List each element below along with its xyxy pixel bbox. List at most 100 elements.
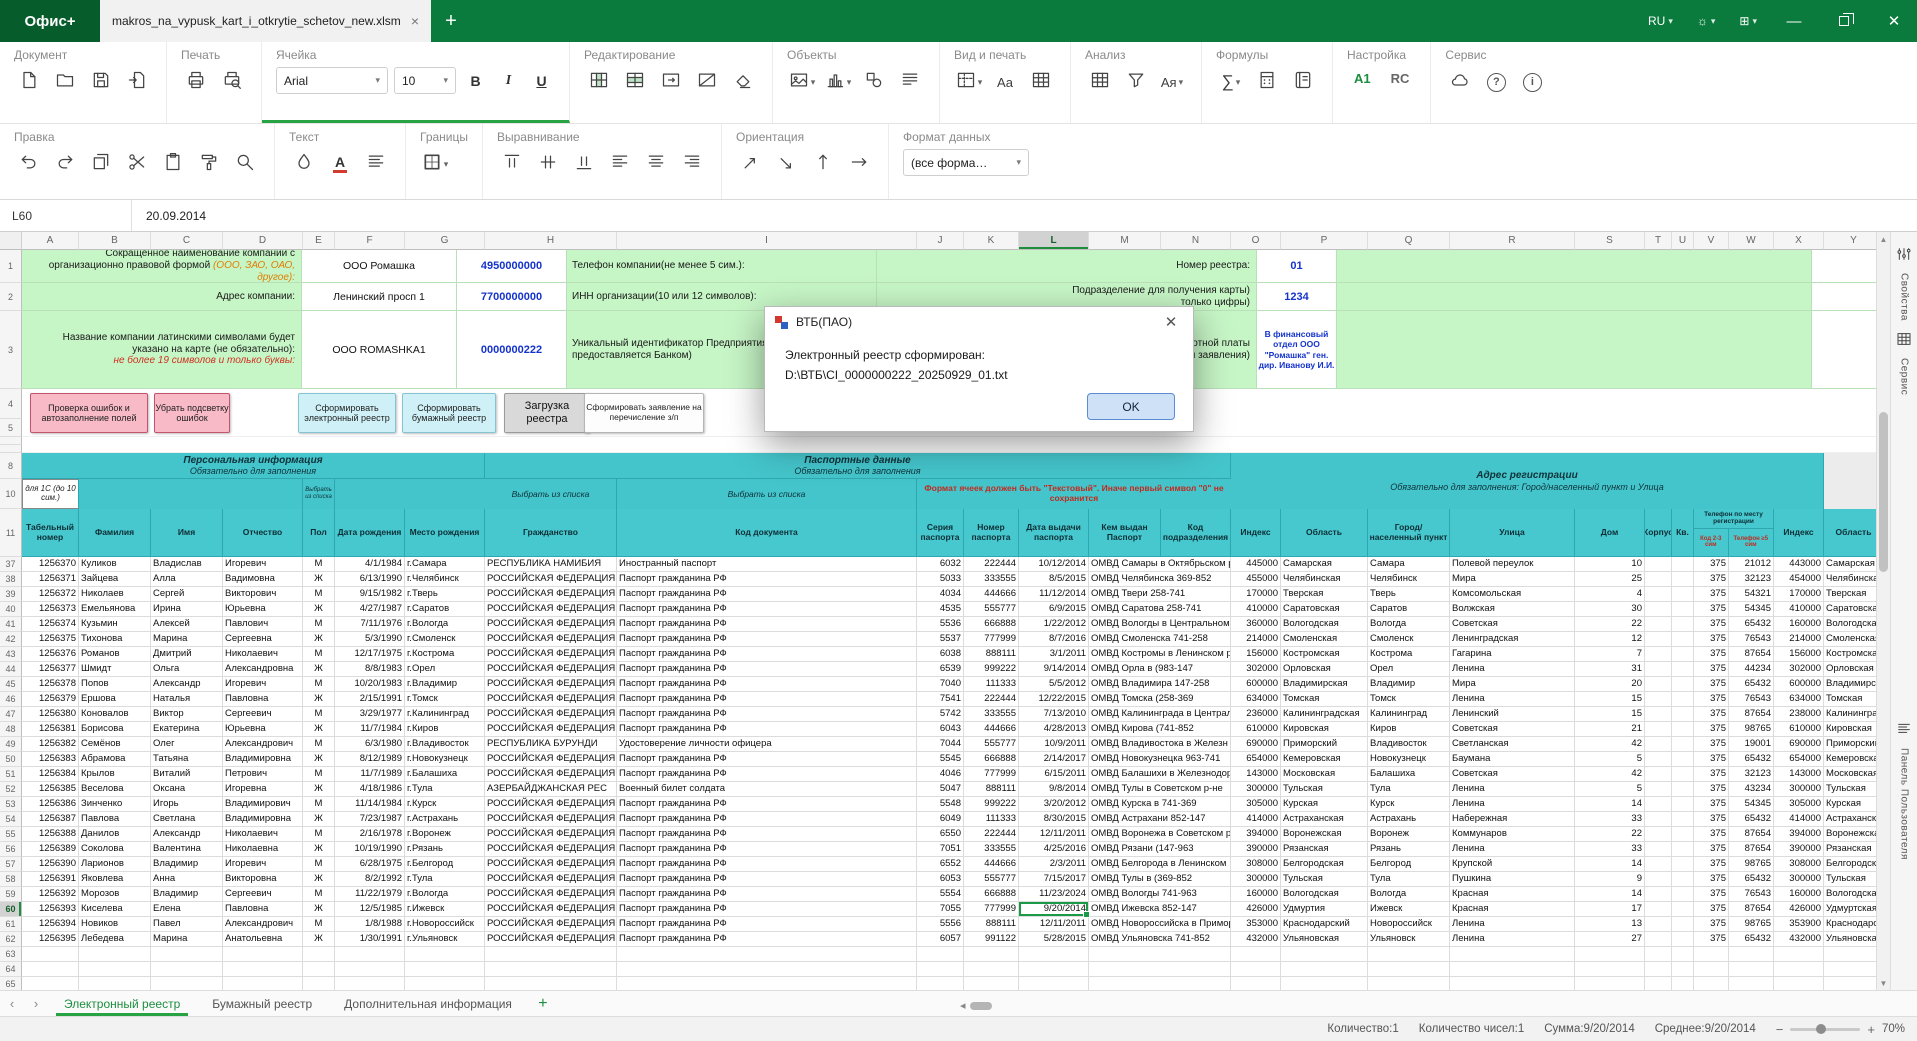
cell[interactable]: 3/20/2012 — [1019, 797, 1089, 812]
cell[interactable]: Киров — [1368, 722, 1450, 737]
cell[interactable]: Паспорт гражданина РФ — [617, 722, 917, 737]
cell[interactable]: 7541 — [917, 692, 964, 707]
cell[interactable]: Алексей — [151, 617, 223, 632]
cell[interactable]: Куликов — [79, 557, 151, 572]
cell[interactable]: Паспорт гражданина РФ — [617, 632, 917, 647]
app-logo[interactable]: Офис+ — [0, 0, 100, 42]
cell[interactable]: 1256371 — [22, 572, 79, 587]
cell[interactable]: РОССИЙСКАЯ ФЕДЕРАЦИЯ — [485, 827, 617, 842]
row-header-55[interactable]: 55 — [0, 827, 22, 842]
cell[interactable]: Воронежская — [1281, 827, 1368, 842]
cell[interactable]: Игоревич — [223, 857, 303, 872]
cell[interactable]: 156000 — [1774, 647, 1824, 662]
cell[interactable]: Вологда — [1368, 617, 1450, 632]
cell[interactable]: Паспорт гражданина РФ — [617, 662, 917, 677]
cell[interactable] — [917, 947, 964, 962]
cell[interactable]: 610000 — [1231, 722, 1281, 737]
cell[interactable]: 999222 — [964, 797, 1019, 812]
row-header-52[interactable]: 52 — [0, 782, 22, 797]
cell[interactable]: ОМВД Вологды 741-963 — [1089, 887, 1231, 902]
cell[interactable]: 444666 — [964, 722, 1019, 737]
print-preview-button[interactable] — [217, 67, 247, 97]
cell[interactable] — [1672, 947, 1694, 962]
cell[interactable]: РОССИЙСКАЯ ФЕДЕРАЦИЯ — [485, 602, 617, 617]
cell[interactable]: 610000 — [1774, 722, 1824, 737]
tabs-prev-icon[interactable]: ‹ — [0, 991, 24, 1016]
row-header-51[interactable]: 51 — [0, 767, 22, 782]
cell[interactable] — [22, 962, 79, 977]
cell[interactable]: 7/15/2017 — [1019, 872, 1089, 887]
cell[interactable]: Ленина — [1450, 917, 1575, 932]
cell[interactable]: 353000 — [1231, 917, 1281, 932]
cell[interactable]: 300000 — [1231, 782, 1281, 797]
cell[interactable]: 1256381 — [22, 722, 79, 737]
sheet-tab-additional-info[interactable]: Дополнительная информация — [328, 991, 528, 1016]
cell[interactable]: Светланская — [1450, 737, 1575, 752]
cell[interactable]: Московская — [1281, 767, 1368, 782]
cell[interactable]: г.Владимир — [405, 677, 485, 692]
cell[interactable]: РОССИЙСКАЯ ФЕДЕРАЦИЯ — [485, 767, 617, 782]
registry-number-value[interactable]: 01 — [1257, 250, 1337, 282]
cell[interactable]: 236000 — [1231, 707, 1281, 722]
cell[interactable]: Смоленск — [1368, 632, 1450, 647]
cell[interactable]: 410000 — [1774, 602, 1824, 617]
cell[interactable]: 432000 — [1774, 932, 1824, 947]
cell[interactable]: Тульская — [1281, 872, 1368, 887]
language-selector[interactable]: RU▾ — [1638, 0, 1683, 42]
cell[interactable] — [1672, 572, 1694, 587]
cell[interactable] — [1645, 722, 1672, 737]
cell[interactable]: Виктор — [151, 707, 223, 722]
align-bottom-button[interactable] — [569, 149, 599, 179]
cell[interactable]: 444666 — [964, 857, 1019, 872]
cell[interactable]: Калининградская — [1281, 707, 1368, 722]
cell[interactable]: Ленина — [1450, 797, 1575, 812]
cell[interactable]: Викторовна — [223, 872, 303, 887]
cell[interactable]: 375 — [1694, 842, 1729, 857]
cell[interactable] — [1645, 782, 1672, 797]
cell[interactable]: 1256380 — [22, 707, 79, 722]
cell[interactable]: Александр — [151, 677, 223, 692]
cell[interactable]: 305000 — [1774, 797, 1824, 812]
cell[interactable] — [964, 962, 1019, 977]
cell[interactable]: Наталья — [151, 692, 223, 707]
cell[interactable]: Кировская — [1281, 722, 1368, 737]
cell[interactable]: 222444 — [964, 827, 1019, 842]
cell[interactable]: Яковлева — [79, 872, 151, 887]
row-header-44[interactable]: 44 — [0, 662, 22, 677]
cell[interactable]: 375 — [1694, 767, 1729, 782]
cell[interactable]: 634000 — [1774, 692, 1824, 707]
cell[interactable] — [1645, 872, 1672, 887]
minimize-button[interactable]: — — [1771, 0, 1817, 42]
cell[interactable]: Тула — [1368, 782, 1450, 797]
cell[interactable]: г.Новороссийск — [405, 917, 485, 932]
cell[interactable] — [1645, 662, 1672, 677]
row-header-64[interactable]: 64 — [0, 962, 22, 977]
cell[interactable] — [1019, 947, 1089, 962]
cell[interactable] — [151, 947, 223, 962]
cell[interactable] — [303, 947, 335, 962]
cell[interactable]: 1256372 — [22, 587, 79, 602]
cell[interactable]: Ленина — [1450, 782, 1575, 797]
cell[interactable]: РОССИЙСКАЯ ФЕДЕРАЦИЯ — [485, 662, 617, 677]
cell[interactable]: 375 — [1694, 692, 1729, 707]
cell[interactable]: 414000 — [1774, 812, 1824, 827]
cell[interactable]: г.Белгород — [405, 857, 485, 872]
cell[interactable]: Астраханская — [1281, 812, 1368, 827]
cell[interactable]: М — [303, 917, 335, 932]
cell[interactable]: 11/7/1984 — [335, 722, 405, 737]
cell[interactable]: 999222 — [964, 662, 1019, 677]
orient-up-button[interactable] — [736, 149, 766, 179]
cell[interactable] — [1672, 902, 1694, 917]
insert-column-button[interactable] — [584, 67, 614, 97]
cell[interactable]: Орловская — [1281, 662, 1368, 677]
cell[interactable]: Тверь — [1368, 587, 1450, 602]
horizontal-scrollbar[interactable]: ◂ — [960, 999, 992, 1012]
cell[interactable]: Николаев — [79, 587, 151, 602]
cell[interactable]: 87654 — [1729, 902, 1774, 917]
cell[interactable] — [1231, 977, 1281, 990]
cell[interactable]: Иностранный паспорт — [617, 557, 917, 572]
row-header-65[interactable]: 65 — [0, 977, 22, 990]
cell[interactable]: ОМВД Вологды в Центральном — [1089, 617, 1231, 632]
cell[interactable]: 87654 — [1729, 827, 1774, 842]
cell[interactable]: Набережная — [1450, 812, 1575, 827]
